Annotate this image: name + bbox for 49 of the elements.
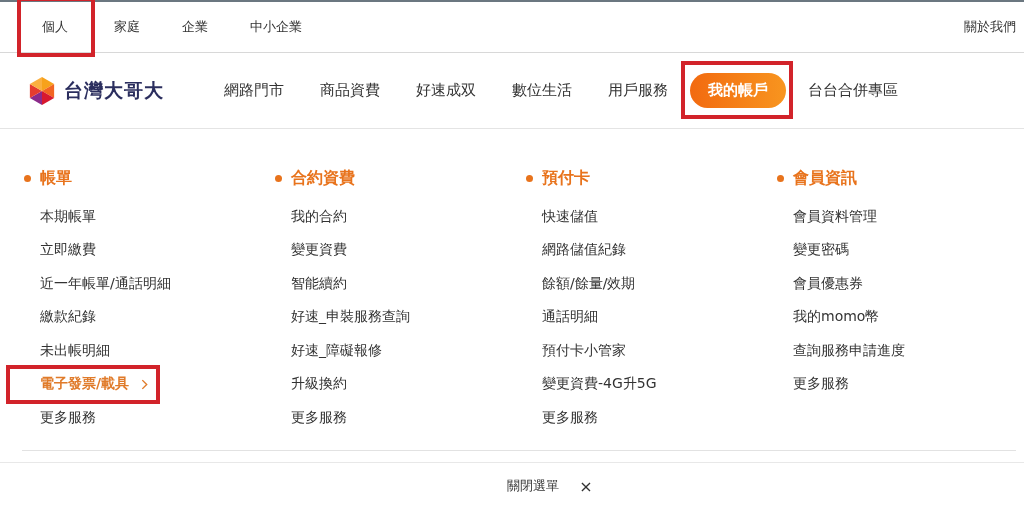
- nav-item[interactable]: 台台合併專區: [794, 73, 912, 108]
- menu-link[interactable]: 繳款紀錄: [24, 300, 96, 334]
- bullet-icon: [526, 174, 533, 182]
- menu-link[interactable]: 會員資料管理: [777, 200, 877, 234]
- menu-link[interactable]: 餘額/餘量/效期: [526, 267, 636, 301]
- bullet-icon: [24, 174, 31, 182]
- bullet-icon: [275, 174, 282, 182]
- menu-link[interactable]: 智能續約: [275, 267, 347, 301]
- menu-link[interactable]: 更多服務: [526, 401, 598, 435]
- menu-link[interactable]: 快速儲值: [526, 200, 598, 234]
- bullet-icon: [777, 174, 784, 182]
- menu-link[interactable]: 會員優惠券: [777, 267, 863, 301]
- menu-link[interactable]: 查詢服務申請進度: [777, 334, 905, 368]
- menu-link[interactable]: 好速_障礙報修: [275, 334, 382, 368]
- top-tab[interactable]: 家庭: [108, 14, 146, 40]
- top-tab[interactable]: 個人: [36, 14, 74, 40]
- menu-link[interactable]: 近一年帳單/通話明細: [24, 267, 171, 301]
- menu-link[interactable]: 未出帳明細: [24, 334, 110, 368]
- menu-link[interactable]: 變更資費-4G升5G: [526, 367, 657, 401]
- menu-link[interactable]: 本期帳單: [24, 200, 96, 234]
- close-menu-button[interactable]: 關閉選單 ×: [503, 474, 597, 498]
- menu-heading: 合約資費: [291, 167, 355, 189]
- menu-link[interactable]: 變更資費: [275, 233, 347, 267]
- nav-item[interactable]: 用戶服務: [594, 73, 682, 108]
- menu-heading: 預付卡: [542, 167, 590, 189]
- menu-link[interactable]: 好速_申裝服務查詢: [275, 300, 410, 334]
- menu-link[interactable]: 變更密碼: [777, 233, 849, 267]
- menu-link[interactable]: 通話明細: [526, 300, 598, 334]
- logo-text[interactable]: 台灣大哥大: [64, 77, 164, 104]
- menu-link[interactable]: 預付卡小管家: [526, 334, 626, 368]
- top-tab[interactable]: 中小企業: [244, 14, 308, 40]
- menu-link[interactable]: 我的合約: [275, 200, 347, 234]
- menu-link[interactable]: 網路儲值紀錄: [526, 233, 626, 267]
- menu-link[interactable]: 升級換約: [275, 367, 347, 401]
- menu-link[interactable]: 我的momo幣: [777, 300, 880, 334]
- top-tab[interactable]: 企業: [176, 14, 214, 40]
- menu-link[interactable]: 立即繳費: [24, 233, 96, 267]
- logo-icon: [28, 76, 56, 105]
- chevron-right-icon: [141, 378, 149, 390]
- menu-link[interactable]: 更多服務: [275, 401, 347, 435]
- about-link[interactable]: 關於我們: [964, 18, 1016, 36]
- menu-link[interactable]: 更多服務: [24, 401, 96, 435]
- menu-link[interactable]: 更多服務: [777, 367, 849, 401]
- nav-item[interactable]: 數位生活: [498, 73, 586, 108]
- menu-heading: 會員資訊: [793, 167, 857, 189]
- menu-heading: 帳單: [40, 167, 72, 189]
- nav-item[interactable]: 商品資費: [306, 73, 394, 108]
- nav-item[interactable]: 網路門市: [210, 73, 298, 108]
- nav-item[interactable]: 好速成双: [402, 73, 490, 108]
